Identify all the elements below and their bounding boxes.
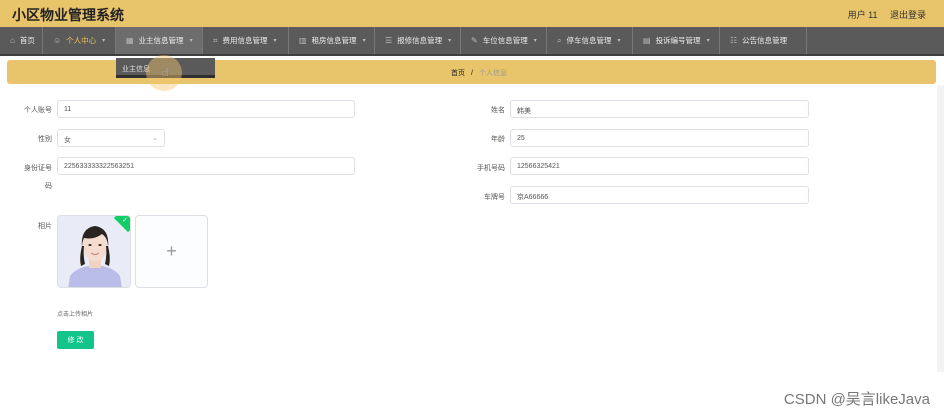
nav-label: 车位信息管理 <box>482 36 528 45</box>
name-field[interactable]: 韩美 <box>510 100 809 118</box>
scrollbar[interactable] <box>937 85 944 372</box>
nav-label: 租房信息管理 <box>311 36 357 45</box>
phone-field[interactable]: 12566325421 <box>510 157 809 175</box>
nav-parking-space-info[interactable]: ✎ 车位信息管理 ▾ <box>461 27 547 54</box>
nav-label: 个人中心 <box>66 36 97 45</box>
nav-complaint-info[interactable]: ▤ 投诉编号管理 ▾ <box>633 27 720 54</box>
check-icon: ✓ <box>122 217 128 224</box>
account-field[interactable]: 11 <box>57 100 355 118</box>
edit-icon: ✎ <box>471 36 478 45</box>
user-area: 用户 11 退出登录 <box>838 8 926 21</box>
nav-owner-info[interactable]: ▦ 业主信息管理 ▾ <box>116 27 203 54</box>
logout-link[interactable]: 退出登录 <box>890 10 926 20</box>
gender-select[interactable]: 女 ⌄ <box>57 129 165 147</box>
age-field[interactable]: 25 <box>510 129 809 147</box>
hand-cursor-icon: ☝ <box>162 67 169 79</box>
app-title: 小区物业管理系统 <box>12 7 124 23</box>
nav-home[interactable]: ⌂ 首页 <box>0 27 43 54</box>
chevron-down-icon: ▾ <box>617 38 621 44</box>
upload-tip: 点击上传相片 <box>57 312 94 318</box>
nav-personal-center[interactable]: ☺ 个人中心 ▾ <box>43 27 116 54</box>
home-icon: ⌂ <box>10 36 15 45</box>
chevron-down-icon: ▾ <box>102 38 106 44</box>
uploaded-photo[interactable]: ✓ <box>57 215 131 288</box>
id-number-label: 身份证号 <box>24 165 52 172</box>
plate-field[interactable]: 京A66666 <box>510 186 809 204</box>
breadcrumb-current: 个人信息 <box>478 70 507 77</box>
chevron-down-icon: ⌄ <box>152 135 158 142</box>
nav-fee-info[interactable]: ⌗ 费用信息管理 ▾ <box>203 27 289 54</box>
breadcrumb-trail: 首页 / 个人信息 <box>451 68 507 78</box>
chevron-down-icon: ▾ <box>189 38 193 44</box>
sliders-icon: ☷ <box>730 36 738 45</box>
chevron-down-icon: ▾ <box>533 38 537 44</box>
age-label: 年龄 <box>491 136 505 143</box>
phone-label: 手机号码 <box>477 165 505 172</box>
nav-label: 首页 <box>19 36 35 45</box>
user-label[interactable]: 用户 11 <box>848 10 878 20</box>
nav-parking-info[interactable]: ⌕ 停车信息管理 ▾ <box>547 27 633 54</box>
main-nav: ⌂ 首页 ☺ 个人中心 ▾ ▦ 业主信息管理 ▾ ⌗ 费用信息管理 ▾ ▥ 租房… <box>0 27 944 56</box>
top-header: 小区物业管理系统 用户 11 退出登录 <box>0 0 944 27</box>
nav-label: 公告信息管理 <box>742 36 788 45</box>
portrait-image <box>58 216 130 287</box>
nav-label: 停车信息管理 <box>566 36 612 45</box>
nav-label: 费用信息管理 <box>222 36 268 45</box>
gender-label: 性别 <box>38 136 52 143</box>
breadcrumb-separator: / <box>471 70 473 77</box>
chevron-down-icon: ▾ <box>273 38 277 44</box>
gender-value: 女 <box>64 137 71 144</box>
id-number-field[interactable]: 225633333322563251 <box>57 157 355 175</box>
upload-button[interactable]: + <box>135 215 208 288</box>
nav-label: 投诉编号管理 <box>655 36 701 45</box>
photo-label: 相片 <box>38 223 52 230</box>
nav-notice-info[interactable]: ☷ 公告信息管理 <box>720 27 807 54</box>
crop-icon: ⌗ <box>213 35 218 45</box>
account-label: 个人账号 <box>24 107 52 114</box>
save-button-label: 修 改 <box>67 337 84 344</box>
nav-label: 业主信息管理 <box>138 36 184 45</box>
nav-repair-info[interactable]: ☰ 报修信息管理 ▾ <box>375 27 461 54</box>
chevron-down-icon: ▾ <box>706 38 710 44</box>
nav-label: 报修信息管理 <box>397 36 443 45</box>
breadcrumb-home[interactable]: 首页 <box>451 70 465 77</box>
plus-icon: + <box>166 241 177 261</box>
save-button[interactable]: 修 改 <box>57 331 94 349</box>
name-label: 姓名 <box>491 107 505 114</box>
nav-rental-info[interactable]: ▥ 租房信息管理 ▾ <box>289 27 375 54</box>
chevron-down-icon: ▾ <box>362 38 366 44</box>
plate-label: 车牌号 <box>484 194 505 201</box>
building-icon: ▦ <box>126 36 134 45</box>
chevron-down-icon: ▾ <box>448 38 452 44</box>
grid-icon: ▥ <box>299 36 307 45</box>
list-icon: ☰ <box>385 36 393 45</box>
id-number-label-wrap: 码 <box>45 183 52 190</box>
user-icon: ☺ <box>53 36 62 45</box>
search-icon: ⌕ <box>557 35 562 45</box>
watermark: CSDN @吴言likeJava <box>783 391 930 408</box>
chart-icon: ▤ <box>643 36 651 45</box>
